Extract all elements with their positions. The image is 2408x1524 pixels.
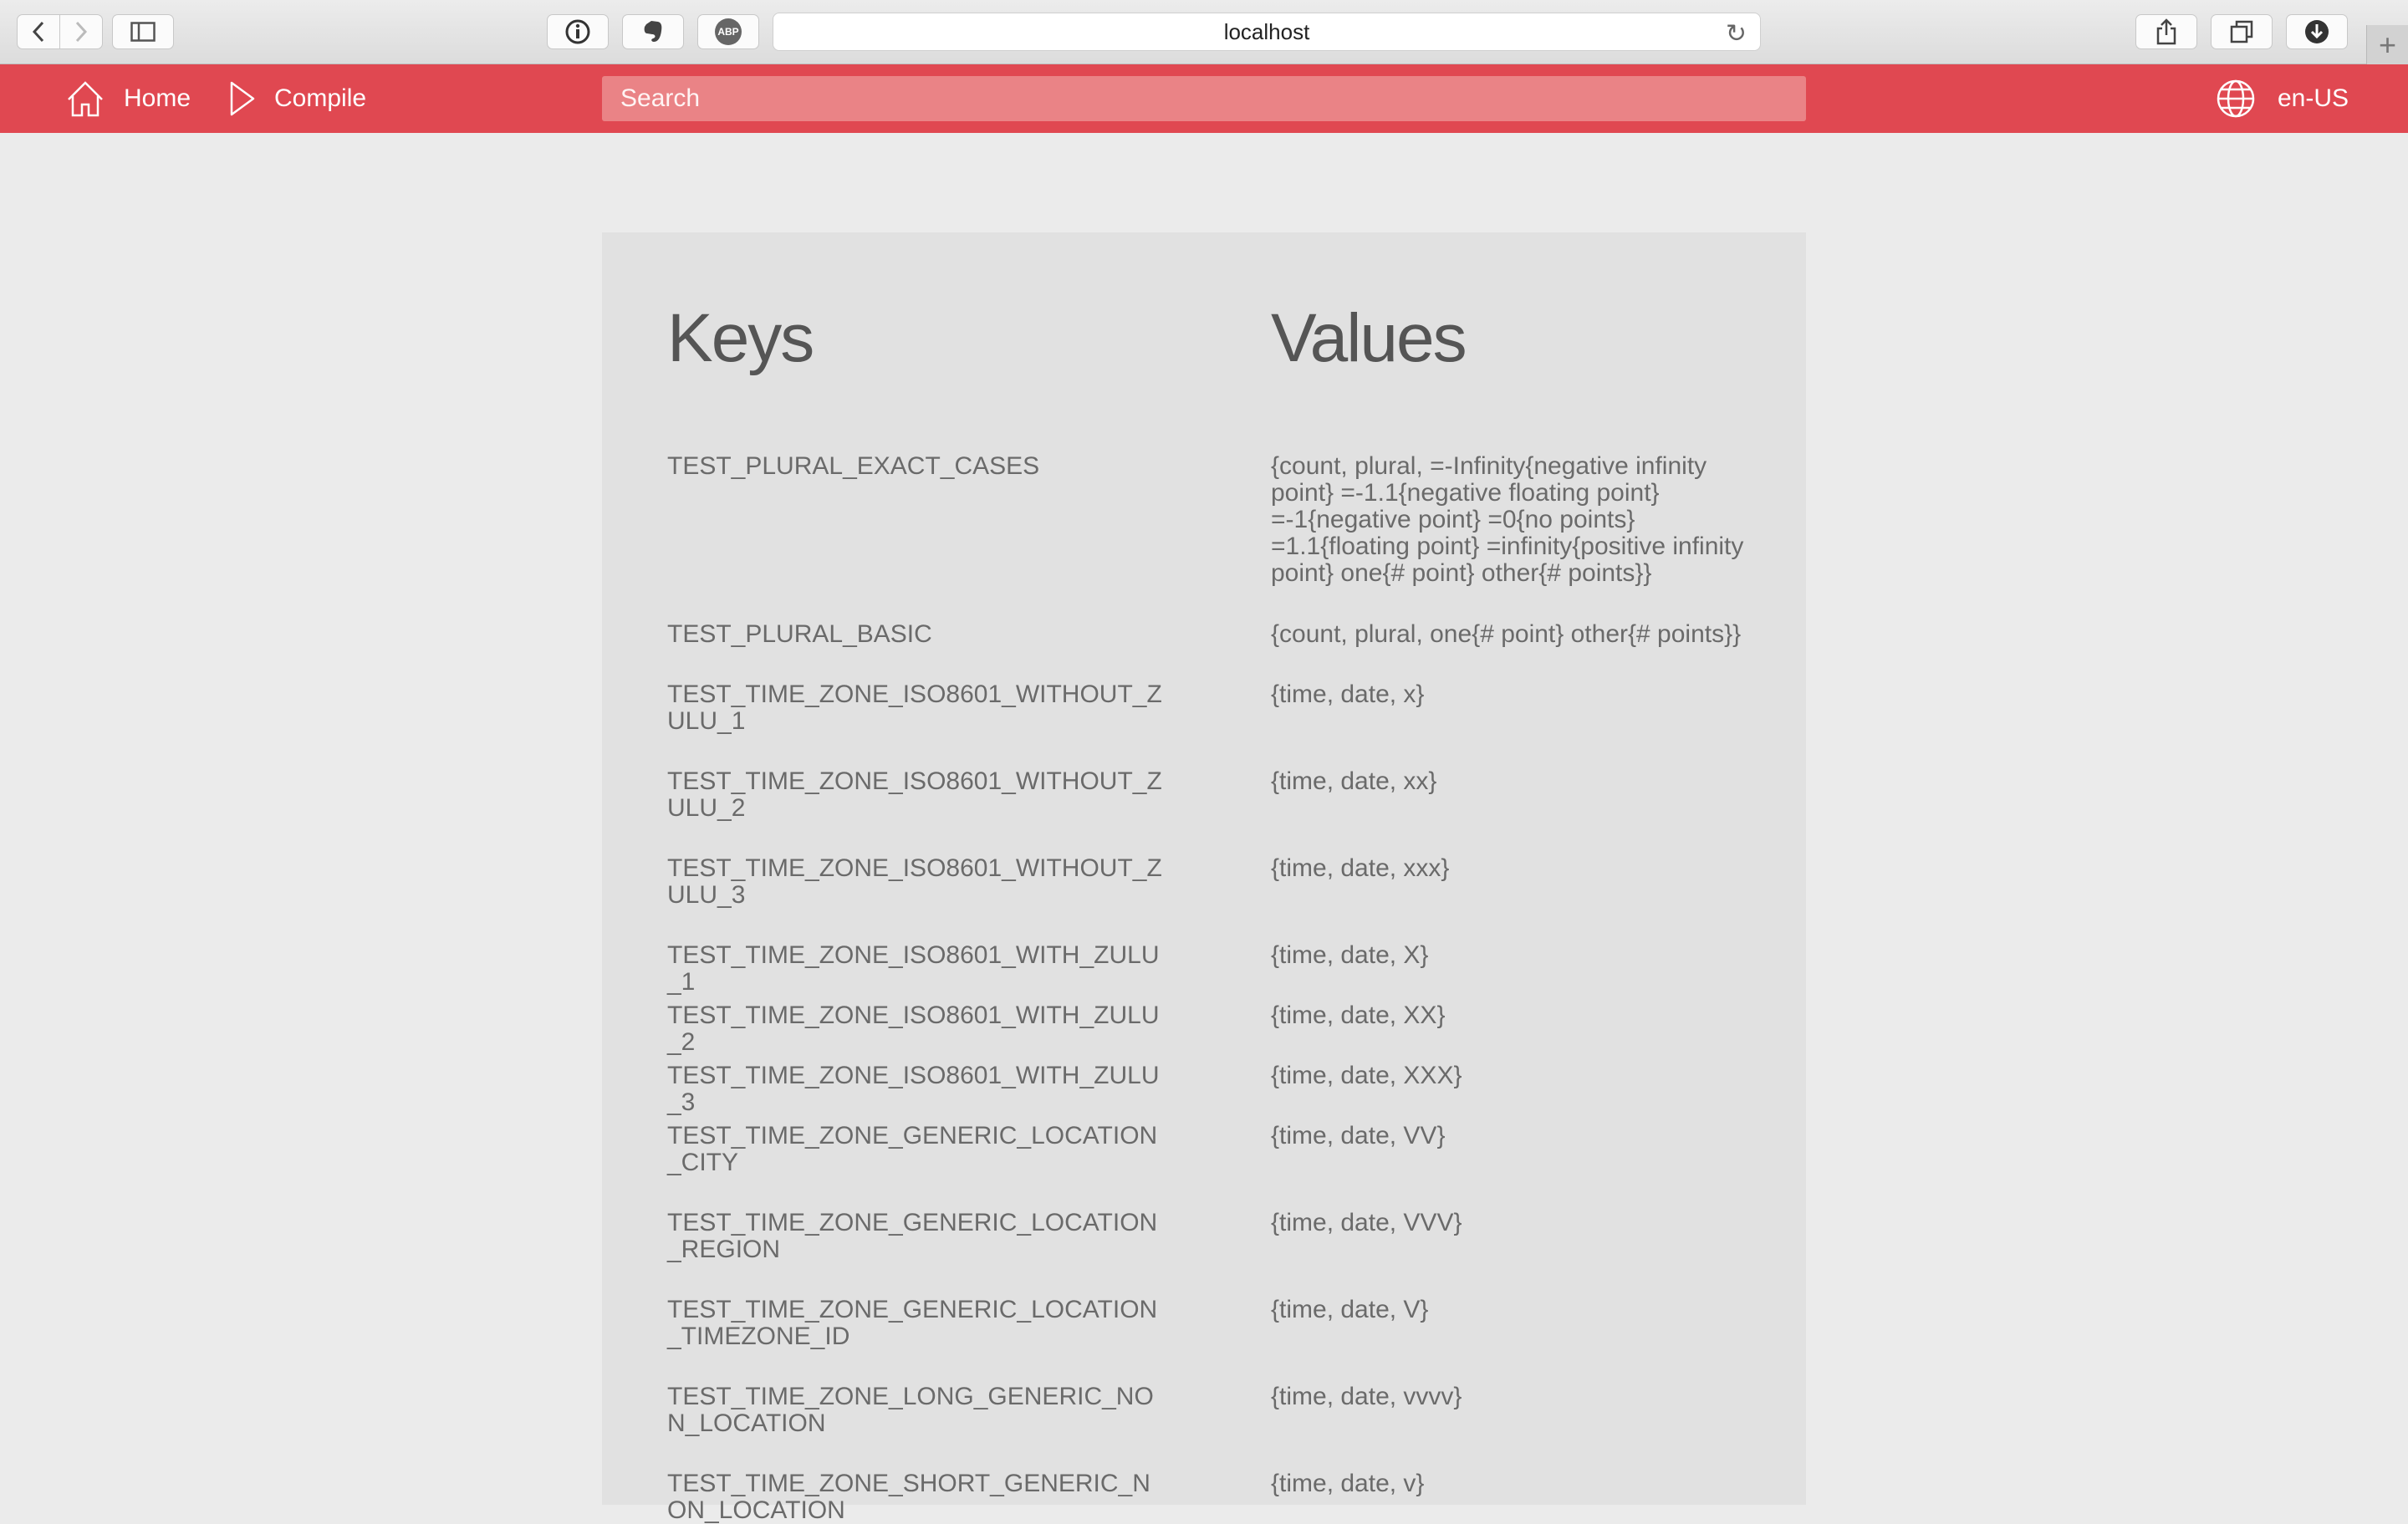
row-value: {time, date, x} — [1271, 680, 1425, 708]
row-key: TEST_TIME_ZONE_SHORT_GENERIC_NON_LOCATIO… — [667, 1470, 1150, 1524]
row-key: TEST_TIME_ZONE_ISO8601_WITH_ZULU_3 — [667, 1062, 1160, 1116]
tabs-overview-button[interactable] — [2211, 14, 2273, 49]
row-key: TEST_TIME_ZONE_ISO8601_WITHOUT_ZULU_3 — [667, 854, 1162, 909]
forward-button[interactable] — [59, 14, 103, 49]
home-icon — [68, 81, 103, 117]
globe-icon — [2217, 79, 2255, 118]
sidebar-icon — [130, 22, 156, 42]
row-key: TEST_PLURAL_EXACT_CASES — [667, 452, 1040, 480]
address-text: localhost — [1223, 18, 1310, 44]
downloads-button[interactable] — [2286, 14, 2348, 49]
row-key: TEST_TIME_ZONE_ISO8601_WITHOUT_ZULU_1 — [667, 680, 1162, 735]
row-value: {count, plural, one{# point} other{# poi… — [1271, 620, 1742, 648]
compile-label: Compile — [274, 84, 367, 112]
row-value: {time, date, V} — [1271, 1296, 1429, 1323]
chevron-right-icon — [75, 21, 88, 43]
reload-icon[interactable]: ↻ — [1726, 19, 1747, 48]
chevron-left-icon — [32, 21, 44, 43]
locale-label: en-US — [2278, 84, 2349, 112]
nav-compile-link[interactable]: Compile — [229, 64, 366, 133]
info-icon — [565, 19, 590, 44]
play-icon — [230, 81, 255, 116]
row-value: {time, date, vvvv} — [1271, 1383, 1462, 1410]
row-key: TEST_TIME_ZONE_ISO8601_WITHOUT_ZULU_2 — [667, 767, 1162, 822]
search-input[interactable] — [619, 84, 1806, 114]
address-bar[interactable]: localhost ↻ — [773, 13, 1761, 51]
row-value: {time, date, xx} — [1271, 767, 1437, 795]
row-key: TEST_TIME_ZONE_GENERIC_LOCATION_TIMEZONE… — [667, 1296, 1158, 1350]
home-label: Home — [124, 84, 191, 112]
row-value: {time, date, XX} — [1271, 1002, 1446, 1029]
search-box[interactable] — [602, 76, 1806, 121]
row-value: {time, date, v} — [1271, 1470, 1425, 1497]
row-value: {time, date, xxx} — [1271, 854, 1450, 882]
app-navbar: Home Compile en-US — [0, 64, 2408, 133]
row-value: {time, date, VVV} — [1271, 1209, 1462, 1236]
row-key: TEST_TIME_ZONE_ISO8601_WITH_ZULU_2 — [667, 1002, 1160, 1056]
evernote-extension-button[interactable] — [622, 14, 684, 49]
new-tab-button[interactable]: + — [2366, 25, 2408, 64]
back-button[interactable] — [17, 14, 60, 49]
keys-header: Keys — [667, 300, 814, 376]
share-button[interactable] — [2135, 14, 2197, 49]
browser-toolbar: ABP localhost ↻ + — [0, 0, 2408, 64]
download-icon — [2305, 20, 2329, 43]
adblock-icon: ABP — [715, 18, 742, 45]
nav-home-link[interactable]: Home — [65, 64, 191, 133]
tabs-icon — [2230, 20, 2253, 43]
row-value: {count, plural, =-Infinity{negative infi… — [1271, 452, 1744, 587]
evernote-icon — [644, 21, 662, 42]
row-value: {time, date, XXX} — [1271, 1062, 1462, 1089]
row-key: TEST_TIME_ZONE_GENERIC_LOCATION_REGION — [667, 1209, 1158, 1263]
sidebar-toggle-button[interactable] — [112, 14, 174, 49]
locale-selector[interactable]: en-US — [2216, 64, 2349, 133]
row-value: {time, date, X} — [1271, 941, 1429, 969]
adblock-extension-button[interactable]: ABP — [697, 14, 759, 49]
row-key: TEST_PLURAL_BASIC — [667, 620, 932, 648]
translations-panel: Keys Values TEST_PLURAL_EXACT_CASES {cou… — [602, 232, 1806, 1524]
share-icon — [2156, 18, 2176, 45]
row-value: {time, date, VV} — [1271, 1122, 1446, 1149]
row-key: TEST_TIME_ZONE_GENERIC_LOCATION_CITY — [667, 1122, 1158, 1176]
row-key: TEST_TIME_ZONE_LONG_GENERIC_NON_LOCATION — [667, 1383, 1154, 1437]
row-key: TEST_TIME_ZONE_ISO8601_WITH_ZULU_1 — [667, 941, 1160, 996]
info-extension-button[interactable] — [547, 14, 609, 49]
values-header: Values — [1271, 300, 1467, 376]
